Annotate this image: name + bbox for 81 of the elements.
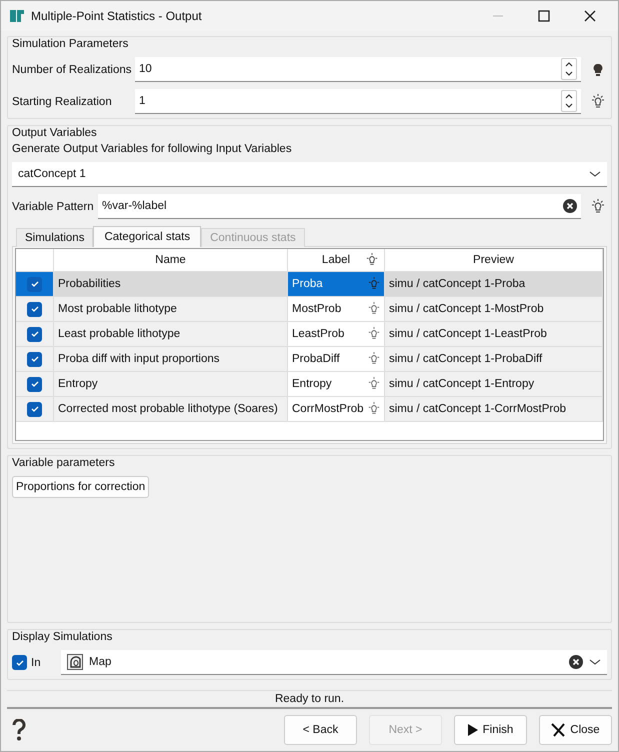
table-cell: simu / catConcept 1-MostProb — [389, 303, 544, 315]
checkbox[interactable] — [27, 276, 42, 292]
variable-dropdown[interactable]: catConcept 1 — [12, 162, 607, 187]
table-cell: Entropy — [292, 378, 332, 390]
table-cell: Proba — [292, 278, 323, 290]
checkmark-icon — [30, 279, 40, 289]
group-title: Display Simulations — [12, 631, 114, 643]
table-cell: Least probable lithotype — [58, 328, 180, 340]
status-bar: Ready to run. — [7, 690, 612, 709]
close-button[interactable]: Close — [539, 715, 612, 745]
column-header[interactable]: Label — [322, 254, 350, 266]
table-cell: simu / catConcept 1-LeastProb — [389, 328, 547, 340]
checkmark-icon — [30, 354, 40, 364]
play-icon — [468, 724, 478, 736]
table-row[interactable]: Most probable lithotype MostProb simu / catConcept 1-MostProb — [16, 297, 603, 322]
table-row[interactable]: Entropy Entropy simu / catConcept 1-Entropy — [16, 372, 603, 397]
lightbulb-icon[interactable] — [591, 62, 605, 78]
checkbox[interactable] — [27, 302, 42, 316]
table-cell: LeastProb — [292, 328, 344, 340]
lightbulb-icon[interactable] — [368, 377, 380, 391]
table-cell: simu / catConcept 1-Entropy — [389, 378, 534, 390]
finish-button[interactable]: Finish — [454, 715, 527, 745]
proportions-button[interactable]: Proportions for correction — [12, 476, 150, 498]
table-row[interactable]: Probabilities Proba simu / catConcept 1-Proba — [16, 272, 603, 297]
table-cell: simu / catConcept 1-Proba — [389, 278, 526, 290]
table-cell: MostProb — [292, 303, 342, 315]
table-cell: Entropy — [58, 378, 98, 390]
table-cell: Proba diff with input proportions — [58, 353, 220, 365]
checkmark-icon — [30, 379, 40, 389]
lightbulb-icon[interactable] — [368, 327, 380, 341]
table-row[interactable]: Corrected most probable lithotype (Soares) CorrMostProb simu / catConcept 1-CorrMostProb — [16, 397, 603, 422]
field-label: Number of Realizations — [12, 64, 129, 76]
lightbulb-icon[interactable] — [591, 198, 605, 214]
chevron-down-icon — [589, 170, 601, 178]
description-text: Generate Output Variables for following Input Variables — [12, 143, 293, 155]
table-cell: simu / catConcept 1-CorrMostProb — [389, 403, 566, 415]
table-cell: Probabilities — [58, 278, 121, 290]
group-title: Simulation Parameters — [12, 38, 130, 50]
tab[interactable]: Categorical stats — [93, 226, 202, 247]
spin-box[interactable]: 1 — [135, 89, 581, 114]
checkbox[interactable] — [27, 326, 42, 342]
clear-icon[interactable] — [569, 655, 583, 669]
close-icon[interactable] — [584, 10, 596, 22]
back-button[interactable]: < Back — [284, 715, 357, 745]
checkmark-icon — [14, 658, 24, 668]
checkmark-icon — [30, 304, 40, 314]
group-title: Output Variables — [12, 127, 98, 139]
group-title: Variable parameters — [12, 457, 116, 469]
checkbox[interactable] — [27, 402, 42, 416]
checkmark-icon — [30, 329, 40, 339]
tab[interactable]: Simulations — [16, 228, 94, 247]
lightbulb-icon[interactable] — [591, 94, 605, 110]
help-icon[interactable] — [11, 719, 27, 741]
field-label: Variable Pattern — [12, 200, 92, 212]
table-cell: Corrected most probable lithotype (Soares) — [58, 403, 278, 415]
x-icon — [551, 723, 566, 737]
window-title: Multiple-Point Statistics - Output — [31, 9, 203, 23]
table-cell: simu / catConcept 1-ProbaDiff — [389, 353, 542, 365]
chevron-down-icon — [589, 658, 601, 666]
view-dropdown[interactable]: Map — [61, 650, 607, 675]
lightbulb-icon[interactable] — [368, 402, 380, 416]
spin-box[interactable]: 10 — [135, 57, 581, 82]
table-row[interactable]: Least probable lithotype LeastProb simu / catConcept 1-LeastProb — [16, 322, 603, 347]
table-cell: Most probable lithotype — [58, 303, 177, 315]
app-logo-icon — [9, 8, 25, 24]
maximize-icon[interactable] — [538, 10, 550, 22]
lightbulb-icon[interactable] — [368, 352, 380, 366]
clear-icon[interactable] — [563, 199, 577, 213]
map-view-icon — [67, 654, 83, 670]
checkbox[interactable] — [27, 352, 42, 366]
checkbox-label: In — [31, 656, 42, 668]
checkbox[interactable] — [12, 655, 27, 670]
checkbox[interactable] — [27, 376, 42, 392]
field-label: Starting Realization — [12, 96, 113, 108]
lightbulb-icon[interactable] — [368, 302, 380, 316]
table-cell: CorrMostProb — [292, 403, 364, 415]
lightbulb-icon[interactable] — [366, 253, 378, 267]
table-cell: ProbaDiff — [292, 353, 340, 365]
pattern-field[interactable]: %var-%label — [98, 194, 581, 219]
checkmark-icon — [30, 404, 40, 414]
table-row[interactable]: Proba diff with input proportions ProbaDiff simu / catConcept 1-ProbaDiff — [16, 347, 603, 372]
